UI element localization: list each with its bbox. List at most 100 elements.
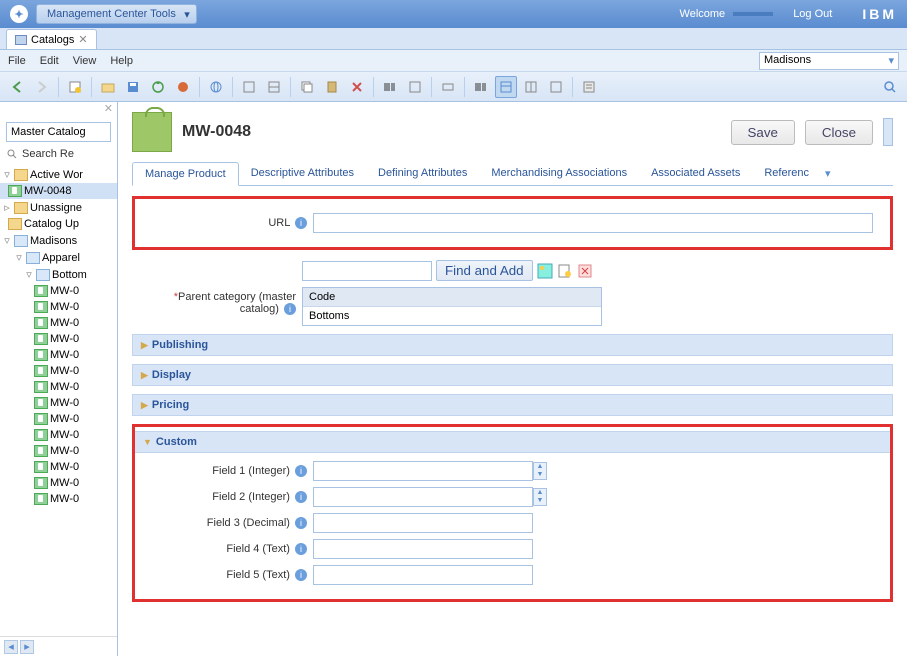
catalog-icon xyxy=(15,35,27,45)
forward-button[interactable] xyxy=(31,76,53,98)
tool-3[interactable] xyxy=(404,76,426,98)
tree-product-item[interactable]: MW-0 xyxy=(0,395,117,411)
section-custom[interactable]: ▼Custom xyxy=(135,431,890,453)
refresh-button[interactable] xyxy=(147,76,169,98)
save-button[interactable] xyxy=(122,76,144,98)
tool-1[interactable] xyxy=(238,76,260,98)
tree-product-item[interactable]: MW-0 xyxy=(0,427,117,443)
tree-bottom[interactable]: ▿Bottom xyxy=(0,266,117,283)
tree-apparel[interactable]: ▿Apparel xyxy=(0,249,117,266)
tree-product-item[interactable]: MW-0 xyxy=(0,459,117,475)
properties-button[interactable] xyxy=(578,76,600,98)
tab-manage-product[interactable]: Manage Product xyxy=(132,162,239,186)
menu-edit[interactable]: Edit xyxy=(40,55,59,67)
stop-button[interactable] xyxy=(172,76,194,98)
tree-product-item[interactable]: MW-0 xyxy=(0,283,117,299)
info-icon[interactable]: i xyxy=(295,517,307,529)
field1-input[interactable] xyxy=(313,461,533,481)
tree-madisons[interactable]: ▿Madisons xyxy=(0,232,117,249)
menu-help[interactable]: Help xyxy=(110,55,133,67)
catalog-selector[interactable]: Master Catalog xyxy=(6,122,111,142)
back-button[interactable] xyxy=(6,76,28,98)
scroll-right-icon[interactable]: ▸ xyxy=(20,640,34,654)
field3-input[interactable] xyxy=(313,513,533,533)
tab-descriptive[interactable]: Descriptive Attributes xyxy=(239,162,366,185)
remove-icon[interactable] xyxy=(577,263,593,279)
image-icon[interactable] xyxy=(537,263,553,279)
barcode2-button[interactable] xyxy=(470,76,492,98)
open-button[interactable] xyxy=(97,76,119,98)
info-icon[interactable]: i xyxy=(295,465,307,477)
tree-product-item[interactable]: MW-0 xyxy=(0,379,117,395)
section-publishing[interactable]: ▶Publishing xyxy=(132,334,893,356)
code-value[interactable]: Bottoms xyxy=(303,307,601,325)
copy-button[interactable] xyxy=(296,76,318,98)
tree-catalog-up[interactable]: Catalog Up xyxy=(0,216,117,232)
tree-product-item[interactable]: MW-0 xyxy=(0,299,117,315)
scroll-left-icon[interactable]: ◂ xyxy=(4,640,18,654)
tree-product-item[interactable]: MW-0 xyxy=(0,315,117,331)
paste-button[interactable] xyxy=(321,76,343,98)
close-icon[interactable]: ✕ xyxy=(78,33,87,46)
search-button[interactable] xyxy=(879,76,901,98)
info-icon[interactable]: i xyxy=(284,303,296,315)
field2-input[interactable] xyxy=(313,487,533,507)
globe-button[interactable] xyxy=(205,76,227,98)
tree-mw0048[interactable]: MW-0048 xyxy=(0,183,117,199)
tab-defining[interactable]: Defining Attributes xyxy=(366,162,479,185)
custom-highlight: ▼Custom Field 1 (Integer) i ▲▼ Field 2 (… xyxy=(132,424,893,602)
view-mode-2[interactable] xyxy=(520,76,542,98)
section-pricing[interactable]: ▶Pricing xyxy=(132,394,893,416)
panel-handle[interactable] xyxy=(883,118,893,146)
url-label: URL xyxy=(268,217,290,229)
logout-link[interactable]: Log Out xyxy=(793,8,832,20)
url-input[interactable] xyxy=(313,213,873,233)
new-item-icon[interactable] xyxy=(557,263,573,279)
tree-product-item[interactable]: MW-0 xyxy=(0,363,117,379)
save-button[interactable]: Save xyxy=(731,120,795,145)
field5-input[interactable] xyxy=(313,565,533,585)
tree-product-item[interactable]: MW-0 xyxy=(0,411,117,427)
tool-2[interactable] xyxy=(263,76,285,98)
field2-stepper[interactable]: ▲▼ xyxy=(533,488,547,506)
tree-product-item[interactable]: MW-0 xyxy=(0,347,117,363)
tool-4[interactable] xyxy=(437,76,459,98)
tree-unassigned[interactable]: ▹Unassigne xyxy=(0,199,117,216)
menu-file[interactable]: File xyxy=(8,55,26,67)
info-icon[interactable]: i xyxy=(295,217,307,229)
close-button[interactable]: Close xyxy=(805,120,873,145)
info-icon[interactable]: i xyxy=(295,543,307,555)
tree-product-item[interactable]: MW-0 xyxy=(0,443,117,459)
tree-active-work[interactable]: ▿Active Wor xyxy=(0,166,117,183)
tree-product-item[interactable]: MW-0 xyxy=(0,475,117,491)
category-list[interactable]: Code Bottoms xyxy=(302,287,602,326)
view-mode-1[interactable] xyxy=(495,76,517,98)
code-header: Code xyxy=(303,288,601,307)
welcome-label: Welcome xyxy=(680,8,726,20)
store-selector[interactable]: Madisons xyxy=(759,52,899,70)
barcode-button[interactable] xyxy=(379,76,401,98)
menu-view[interactable]: View xyxy=(73,55,97,67)
info-icon[interactable]: i xyxy=(295,569,307,581)
field4-input[interactable] xyxy=(313,539,533,559)
tab-catalogs[interactable]: Catalogs ✕ xyxy=(6,29,97,49)
menu-bar: File Edit View Help Madisons xyxy=(0,50,907,72)
info-icon[interactable]: i xyxy=(295,491,307,503)
tab-assets[interactable]: Associated Assets xyxy=(639,162,752,185)
field1-stepper[interactable]: ▲▼ xyxy=(533,462,547,480)
tools-dropdown[interactable]: Management Center Tools xyxy=(36,4,197,24)
tabs-overflow-icon[interactable]: ▾ xyxy=(821,162,835,185)
find-and-add-button[interactable]: Find and Add xyxy=(436,260,533,281)
delete-button[interactable] xyxy=(346,76,368,98)
tree-item-label: MW-0 xyxy=(50,317,79,329)
view-mode-3[interactable] xyxy=(545,76,567,98)
search-row[interactable]: Search Re xyxy=(0,144,117,164)
tree-product-item[interactable]: MW-0 xyxy=(0,331,117,347)
tab-merchandising[interactable]: Merchandising Associations xyxy=(479,162,639,185)
new-button[interactable] xyxy=(64,76,86,98)
section-display[interactable]: ▶Display xyxy=(132,364,893,386)
tree-product-item[interactable]: MW-0 xyxy=(0,491,117,507)
tab-references[interactable]: Referenc xyxy=(752,162,821,185)
find-input[interactable] xyxy=(302,261,432,281)
sidebar-close-icon[interactable]: ✕ xyxy=(0,102,117,120)
